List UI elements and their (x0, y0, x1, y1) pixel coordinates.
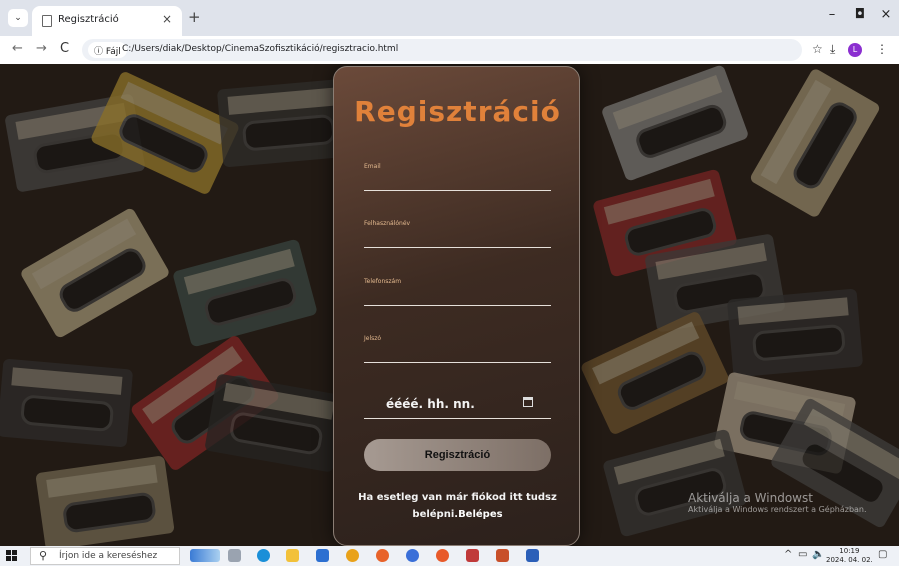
tray-overflow-icon[interactable]: ^ (784, 549, 792, 560)
profile-avatar[interactable]: L (848, 43, 862, 57)
search-icon: ⚲ (39, 549, 48, 562)
calendar-icon[interactable] (523, 397, 533, 407)
browser-icon[interactable] (406, 549, 419, 562)
back-button[interactable]: ← (12, 41, 23, 56)
windows-start-icon[interactable] (6, 550, 18, 562)
word-icon[interactable] (526, 549, 539, 562)
email-field[interactable]: Email (364, 163, 551, 191)
register-button[interactable]: Regisztráció (364, 439, 551, 471)
forward-button[interactable]: → (36, 41, 47, 56)
tab-title: Regisztráció (58, 14, 119, 25)
phone-label: Telefonszám (364, 278, 402, 285)
minimize-button[interactable]: – (822, 7, 842, 22)
watermark-subtitle: Aktiválja a Windows rendszert a Gépházba… (688, 505, 867, 514)
clock-time: 10:19 (839, 547, 860, 555)
tab-close-icon[interactable]: × (162, 12, 172, 26)
watermark-title: Aktiválja a Windowst (688, 491, 813, 505)
app-icon[interactable] (466, 549, 479, 562)
bookmark-star-icon[interactable]: ☆ (812, 42, 823, 56)
chrome-active-icon[interactable] (436, 549, 449, 562)
network-icon[interactable]: ▭ (798, 549, 807, 560)
download-icon[interactable]: ⤓ (830, 42, 835, 57)
more-menu-icon[interactable]: ⋮ (876, 42, 888, 56)
system-clock[interactable]: 10:19 2024. 04. 02. (826, 547, 873, 565)
clock-date: 2024. 04. 02. (826, 556, 873, 564)
maximize-button[interactable]: ◘ (850, 7, 870, 22)
file-explorer-icon[interactable] (286, 549, 299, 562)
page-viewport: Regisztráció Email Felhasználónév Telefo… (0, 64, 899, 546)
login-prompt: Ha esetleg van már fiókod itt tudsz belé… (334, 489, 581, 523)
reload-button[interactable]: C (60, 41, 69, 56)
taskbar-search-input[interactable]: ⚲ Írjon ide a kereséshez (30, 547, 180, 565)
address-bar: ← → C ⓘ Fájl C:/Users/diak/Desktop/Cinem… (0, 36, 899, 64)
page-favicon-icon (42, 15, 52, 27)
registration-card: Regisztráció Email Felhasználónév Telefo… (333, 66, 580, 546)
task-view-icon[interactable] (228, 549, 241, 562)
username-field[interactable]: Felhasználónév (364, 220, 551, 248)
mail-icon[interactable] (316, 549, 329, 562)
edge-icon[interactable] (257, 549, 270, 562)
firefox-icon[interactable] (376, 549, 389, 562)
tab-search-button[interactable]: ⌄ (8, 9, 28, 27)
new-tab-button[interactable]: + (188, 8, 201, 26)
birthdate-field[interactable]: éééé. hh. nn. (364, 391, 551, 419)
login-link[interactable]: Belépes (458, 509, 503, 520)
page-title: Regisztráció (354, 95, 561, 128)
powerpoint-icon[interactable] (496, 549, 509, 562)
chrome-icon[interactable] (346, 549, 359, 562)
window-close-button[interactable]: × (876, 7, 896, 22)
password-field[interactable]: Jelszó (364, 335, 551, 363)
search-placeholder: Írjon ide a kereséshez (59, 551, 158, 561)
news-widget-icon[interactable] (190, 549, 220, 562)
email-label: Email (364, 163, 381, 170)
windows-activation-watermark: Aktiválja a Windowst Aktiválja a Windows… (688, 491, 867, 514)
tab-regisztracio[interactable]: Regisztráció × (32, 6, 182, 36)
username-label: Felhasználónév (364, 220, 411, 227)
omnibox[interactable]: ⓘ Fájl C:/Users/diak/Desktop/CinemaSzofi… (82, 39, 802, 61)
browser-tabbar: ⌄ Regisztráció × + – ◘ × (0, 0, 899, 36)
url-text[interactable]: C:/Users/diak/Desktop/CinemaSzofisztikác… (122, 44, 398, 54)
site-info-chip[interactable]: ⓘ Fájl (88, 42, 127, 58)
phone-field[interactable]: Telefonszám (364, 278, 551, 306)
notification-icon[interactable]: ▢ (878, 549, 887, 560)
volume-icon[interactable]: 🔈 (812, 549, 824, 560)
date-placeholder: éééé. hh. nn. (386, 397, 475, 411)
taskbar: ⚲ Írjon ide a kereséshez ^ ▭ 🔈 10:19 202… (0, 546, 899, 566)
password-label: Jelszó (364, 335, 382, 342)
